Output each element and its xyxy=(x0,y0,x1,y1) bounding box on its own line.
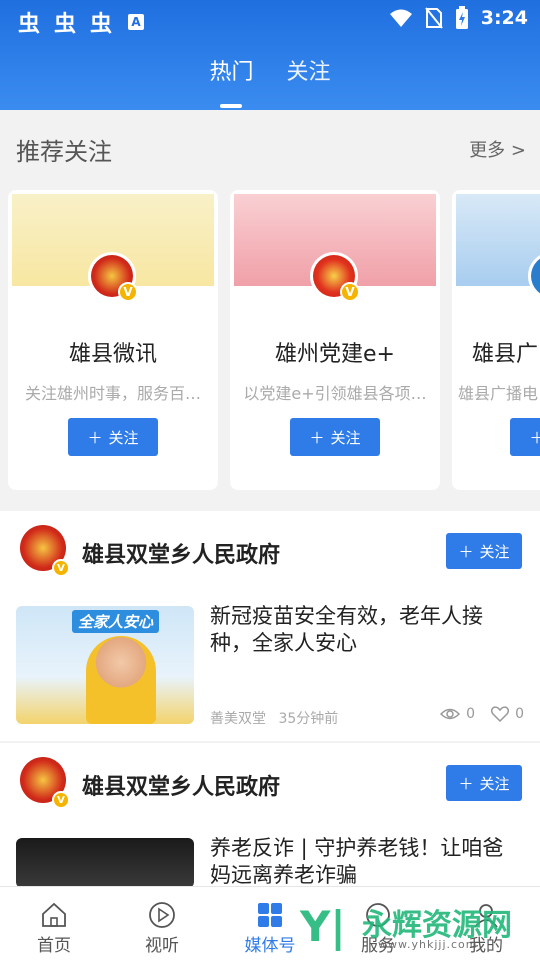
eye-icon xyxy=(440,708,461,720)
battery-charging-icon xyxy=(455,6,468,29)
tab-hot[interactable]: 热门 xyxy=(209,54,253,108)
post-meta: 善美双堂 35分钟前 xyxy=(210,708,338,728)
bug-icon: 虫 xyxy=(89,12,112,37)
watermark-url: www.yhkjjj.com xyxy=(378,938,478,951)
recommend-card[interactable]: V 雄县微讯 关注雄州时事，服务百… ＋ 关注 xyxy=(8,190,218,490)
plus-icon: ＋ xyxy=(309,428,325,447)
play-icon xyxy=(149,902,175,928)
status-right-icons: 3:24 xyxy=(389,6,528,30)
follow-button[interactable]: ＋ 关注 xyxy=(510,418,540,456)
status-time: 3:24 xyxy=(480,7,528,29)
broadcast-logo-icon xyxy=(531,255,540,297)
wifi-icon xyxy=(389,9,412,27)
thumb-caption: 全家人安心 xyxy=(72,610,160,633)
watermark: Y| 永辉资源网 www.yhkjjj.com xyxy=(300,900,530,956)
recommend-card[interactable]: V 雄州党建e+ 以党建e+引领雄县各项… ＋ 关注 xyxy=(230,190,440,490)
recommend-cards: V 雄县微讯 关注雄州时事，服务百… ＋ 关注 V 雄州党建e+ 以党建e+引领… xyxy=(6,190,540,490)
bug-icon: 虫 xyxy=(17,12,40,37)
home-icon xyxy=(42,902,66,927)
feed-post[interactable]: V 雄县双堂乡人民政府 ＋ 关注 全家人安心 新冠疫苗安全有效，老年人接种，全家… xyxy=(0,511,540,741)
header-tabs: 热门 关注 xyxy=(0,54,540,108)
recommend-title: 推荐关注 xyxy=(16,138,112,166)
follow-button[interactable]: ＋ 关注 xyxy=(68,418,158,456)
plus-icon: ＋ xyxy=(529,428,540,447)
tab-following[interactable]: 关注 xyxy=(287,54,331,86)
bug-icon: 虫 xyxy=(53,12,76,37)
author-name[interactable]: 雄县双堂乡人民政府 xyxy=(82,769,280,801)
status-left-icons: 虫 虫 虫 A xyxy=(14,6,144,38)
post-thumbnail[interactable] xyxy=(16,838,194,888)
verified-badge: V xyxy=(340,282,360,302)
grid-icon xyxy=(258,903,282,927)
card-desc: 关注雄州时事，服务百… xyxy=(24,384,201,403)
post-thumbnail[interactable]: 全家人安心 xyxy=(16,606,194,724)
view-count: 0 xyxy=(466,706,476,722)
post-time: 35分钟前 xyxy=(278,711,339,727)
post-title[interactable]: 养老反诈 | 守护养老钱！让咱爸妈远离养老诈骗 xyxy=(210,835,520,889)
plus-icon: ＋ xyxy=(458,774,474,793)
follow-button[interactable]: ＋ 关注 xyxy=(290,418,380,456)
follow-button[interactable]: ＋ 关注 xyxy=(446,533,522,569)
header: 虫 虫 虫 A 3:24 热门 关注 xyxy=(0,0,540,110)
card-name: 雄县广 xyxy=(472,342,539,367)
nav-media[interactable]: 视听 xyxy=(108,887,216,960)
nav-home[interactable]: 首页 xyxy=(0,887,108,960)
thumb-person xyxy=(86,636,156,724)
heart-icon[interactable] xyxy=(491,706,510,722)
card-name: 雄县微讯 xyxy=(68,342,157,367)
card-desc: 雄县广播电 xyxy=(458,384,539,403)
author-name[interactable]: 雄县双堂乡人民政府 xyxy=(82,537,280,569)
recommend-card[interactable]: 雄县广 雄县广播电 ＋ 关注 xyxy=(452,190,540,490)
no-sim-icon xyxy=(424,7,443,29)
more-link[interactable]: 更多 > xyxy=(469,136,526,162)
feed-post[interactable]: V 雄县双堂乡人民政府 ＋ 关注 养老反诈 | 守护养老钱！让咱爸妈远离养老诈骗 xyxy=(0,743,540,888)
a-icon: A xyxy=(128,14,144,30)
status-bar: 虫 虫 虫 A 3:24 xyxy=(0,0,540,38)
follow-label: 关注 xyxy=(330,428,361,447)
post-title[interactable]: 新冠疫苗安全有效，老年人接种，全家人安心 xyxy=(210,603,520,657)
card-name: 雄州党建e+ xyxy=(275,342,395,367)
post-source: 善美双堂 xyxy=(210,711,266,727)
plus-icon: ＋ xyxy=(87,428,103,447)
nav-home-label: 首页 xyxy=(37,936,71,956)
post-stats: 0 0 xyxy=(440,706,524,722)
like-count: 0 xyxy=(515,706,524,722)
card-desc: 以党建e+引领雄县各项… xyxy=(243,384,427,403)
verified-badge: V xyxy=(118,282,138,302)
plus-icon: ＋ xyxy=(458,542,474,561)
watermark-logo-icon: Y| xyxy=(300,902,346,951)
nav-media-label: 视听 xyxy=(145,936,179,956)
follow-button[interactable]: ＋ 关注 xyxy=(446,765,522,801)
verified-badge: V xyxy=(52,559,70,577)
recommend-section: 推荐关注 更多 > V 雄县微讯 关注雄州时事，服务百… ＋ 关注 V 雄州党建… xyxy=(0,110,540,510)
follow-label: 关注 xyxy=(479,774,510,793)
verified-badge: V xyxy=(52,791,70,809)
follow-label: 关注 xyxy=(108,428,139,447)
post-header: V 雄县双堂乡人民政府 ＋ 关注 xyxy=(0,511,540,591)
post-header: V 雄县双堂乡人民政府 ＋ 关注 xyxy=(0,743,540,823)
follow-label: 关注 xyxy=(479,542,510,561)
